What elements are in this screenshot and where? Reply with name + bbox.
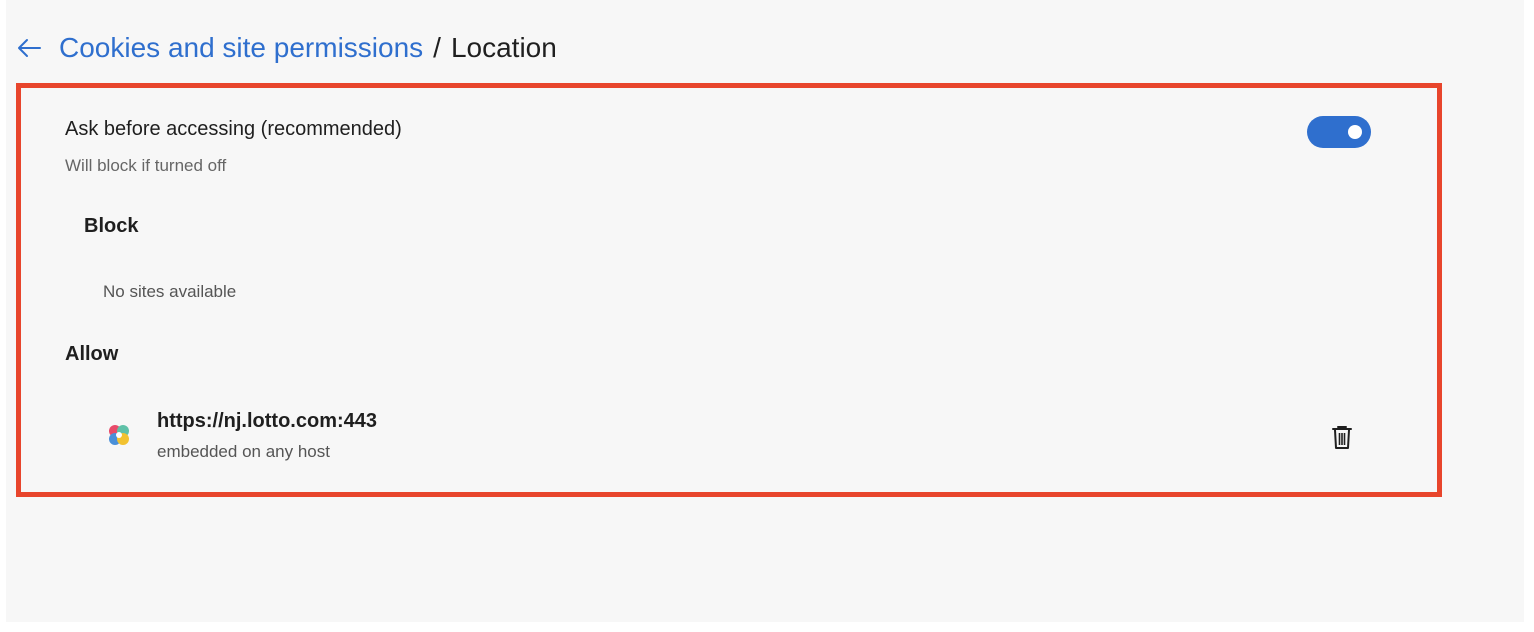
page-header: Cookies and site permissions / Location (15, 28, 557, 68)
back-button[interactable] (15, 34, 43, 62)
ask-toggle[interactable] (1307, 116, 1371, 148)
allowed-site-row: https://nj.lotto.com:443 embedded on any… (100, 405, 1370, 467)
ask-setting-subtitle: Will block if turned off (65, 156, 227, 175)
site-detail: embedded on any host (157, 442, 330, 461)
block-section-heading: Block (84, 215, 139, 237)
site-url: https://nj.lotto.com:443 (157, 410, 377, 432)
arrow-left-icon (18, 39, 41, 57)
delete-site-button[interactable] (1328, 423, 1356, 451)
breadcrumb-parent-link[interactable]: Cookies and site permissions (59, 32, 423, 64)
allow-section-heading: Allow (65, 343, 119, 365)
ask-setting-title: Ask before accessing (recommended) (65, 118, 402, 140)
page-title: Location (450, 32, 557, 63)
toggle-knob (1348, 125, 1362, 139)
clover-favicon-icon (109, 425, 129, 445)
breadcrumb-separator: / (433, 32, 441, 63)
trash-icon (1332, 426, 1352, 449)
block-empty-text: No sites available (103, 282, 237, 301)
